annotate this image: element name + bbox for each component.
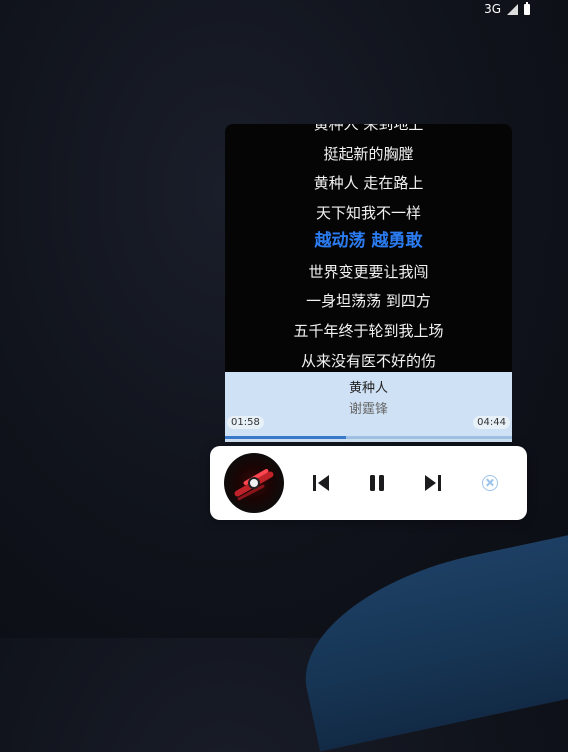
skip-next-icon [425,475,441,491]
pause-icon [370,475,384,491]
song-artist: 谢霆锋 [348,402,388,417]
song-info-panel: 黄种人 谢霆锋 01:58 04:44 [225,372,512,442]
previous-button[interactable] [310,472,332,494]
song-title: 黄种人 [348,381,388,396]
total-time: 04:44 [473,416,510,429]
status-bar: 3G [0,0,568,18]
battery-icon [524,1,530,15]
lyric-line: 挺起新的胸膛 [323,145,414,163]
signal-icon [507,3,518,15]
player-controls [210,446,527,520]
next-button[interactable] [422,472,444,494]
progress-fill [225,436,346,439]
lyric-line-current: 越动荡 越勇敢 [314,231,423,251]
album-art[interactable] [224,453,284,513]
lyric-line: 黄种人 走在路上 [313,174,424,192]
lyric-line: 从来没有医不好的伤 [300,352,436,370]
lyrics-panel[interactable]: 黄种人 来到地上 挺起新的胸膛 黄种人 走在路上 天下知我不一样 越动荡 越勇敢… [225,124,512,372]
progress-bar[interactable] [225,436,512,439]
close-icon[interactable] [482,475,498,491]
lyric-line: 世界变更要让我闯 [308,263,429,281]
lyric-line: 五千年终于轮到我上场 [293,322,444,340]
wallpaper-shape [286,528,568,752]
skip-previous-icon [313,475,329,491]
lyric-line: 一身坦荡荡 到四方 [306,292,431,310]
lyric-line: 天下知我不一样 [315,204,421,222]
pause-button[interactable] [366,472,388,494]
network-type: 3G [484,2,501,16]
lyric-line: 黄种人 来到地上 [313,124,424,133]
current-time: 01:58 [227,416,264,429]
